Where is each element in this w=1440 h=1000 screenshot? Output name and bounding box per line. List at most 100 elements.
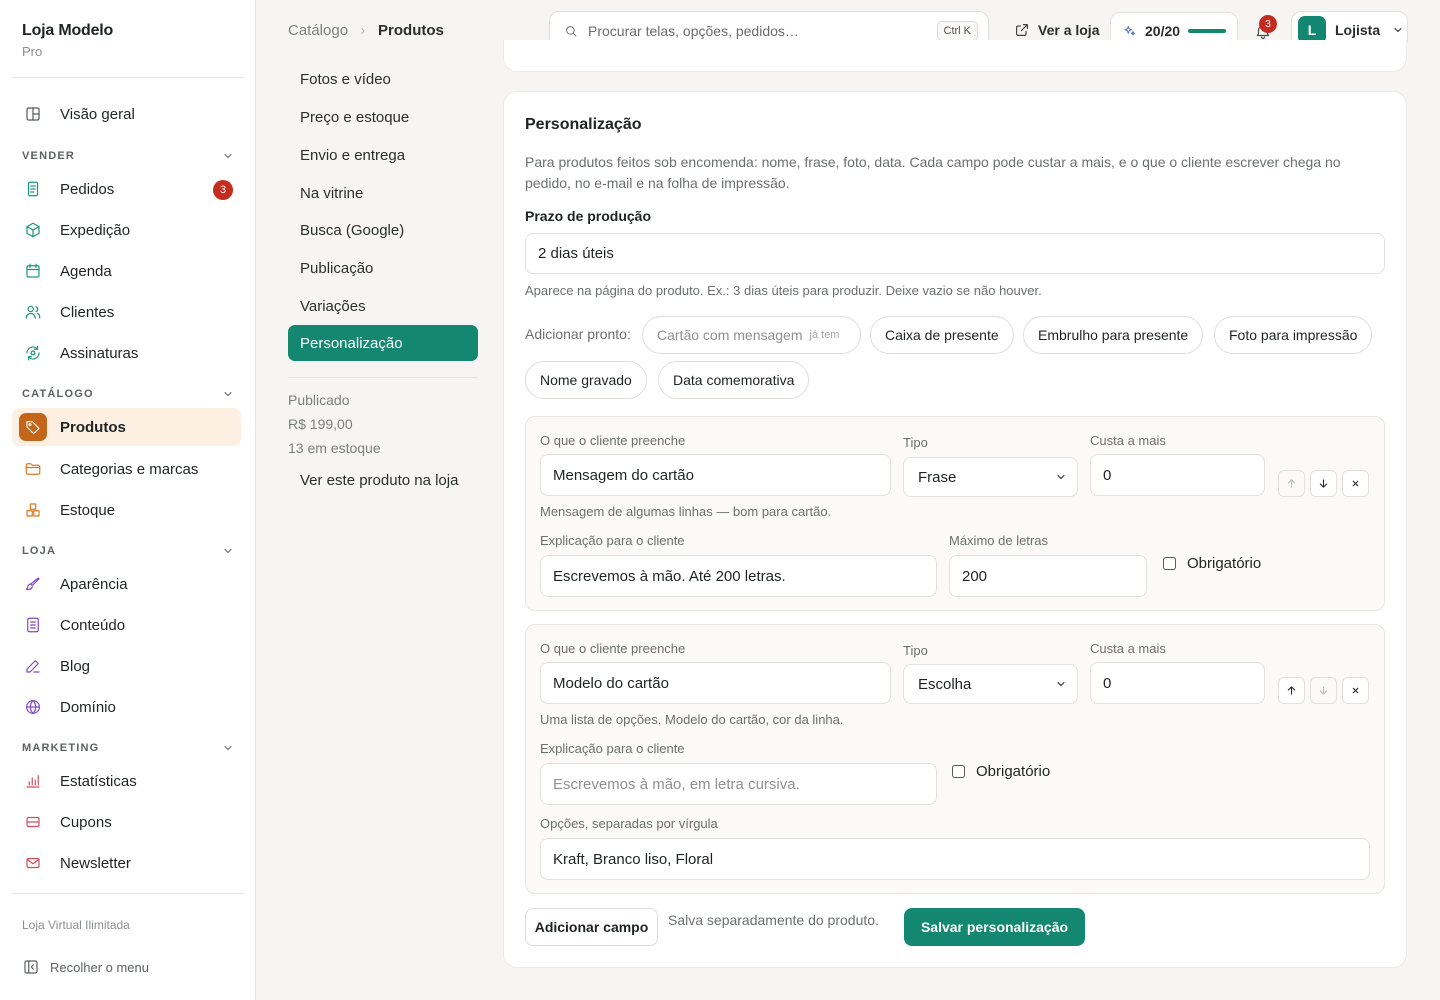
save-personalization-button[interactable]: Salvar personalização (904, 908, 1085, 946)
sidebar-item-conteudo[interactable]: Conteúdo (12, 606, 241, 644)
field-cost-input[interactable]: 0 (1090, 454, 1265, 496)
field-type-hint: Mensagem de algumas linhas — bom para ca… (540, 504, 832, 519)
sidebar-item-clientes[interactable]: Clientes (12, 293, 241, 331)
sidebar-divider (12, 77, 244, 78)
section-nav-busca[interactable]: Busca (Google) (288, 212, 478, 248)
required-checkbox[interactable]: Obrigatório (1163, 555, 1261, 572)
chevron-down-icon (222, 388, 234, 400)
section-nav-fotos[interactable]: Fotos e vídeo (288, 61, 478, 97)
field-name-input[interactable]: Modelo do cartão (540, 662, 891, 704)
prazo-label: Prazo de produção (525, 208, 652, 224)
notifications-badge: 3 (1259, 15, 1277, 33)
section-label: MARKETING (22, 742, 100, 754)
section-marketing[interactable]: MARKETING (22, 742, 234, 754)
field-maxletters-input[interactable]: 200 (949, 555, 1147, 597)
arrow-up-icon (1287, 479, 1296, 488)
sidebar-item-label: Newsletter (60, 854, 131, 872)
required-checkbox[interactable]: Obrigatório (952, 763, 1050, 780)
folder-icon (24, 460, 42, 478)
collapse-menu-button[interactable]: Recolher o menu (22, 958, 149, 976)
sidebar-item-categorias[interactable]: Categorias e marcas (12, 450, 241, 488)
sidebar-collapse-icon (22, 958, 40, 976)
move-down-button[interactable] (1310, 470, 1337, 497)
sidebar-item-label: Estoque (60, 501, 116, 519)
view-product-link[interactable]: Ver este produto na loja (300, 472, 458, 489)
sidebar-item-cupons[interactable]: Cupons (12, 803, 241, 841)
orders-count-badge: 3 (213, 180, 233, 200)
section-label: VENDER (22, 150, 76, 162)
breadcrumb-catalogo[interactable]: Catálogo (288, 22, 348, 39)
preset-caixa-presente[interactable]: Caixa de presente (870, 316, 1014, 354)
arrow-down-icon (1319, 479, 1328, 488)
add-field-button[interactable]: Adicionar campo (525, 908, 658, 946)
score-progress-bar (1188, 29, 1227, 33)
arrow-up-icon (1287, 686, 1296, 695)
preset-nome-gravado[interactable]: Nome gravado (525, 361, 647, 399)
section-nav-variacoes[interactable]: Variações (288, 288, 478, 324)
field-cost-input[interactable]: 0 (1090, 662, 1265, 704)
prazo-input[interactable]: 2 dias úteis (525, 233, 1385, 274)
field-name-label: O que o cliente preenche (540, 641, 686, 656)
product-price: R$ 199,00 (288, 416, 353, 432)
refresh-icon (24, 344, 42, 362)
field-type-select[interactable]: Frase (903, 457, 1078, 497)
move-up-button[interactable] (1278, 677, 1305, 704)
chevron-down-icon (1392, 24, 1404, 36)
pencil-icon (24, 657, 42, 675)
section-vender[interactable]: VENDER (22, 150, 234, 162)
section-nav-vitrine[interactable]: Na vitrine (288, 175, 478, 211)
sidebar-item-label: Expedição (60, 221, 131, 239)
field-explanation-input[interactable]: Escrevemos à mão. Até 200 letras. (540, 555, 937, 597)
section-nav-envio[interactable]: Envio e entrega (288, 137, 478, 173)
sidebar-item-agenda[interactable]: Agenda (12, 252, 241, 290)
field-name-label: O que o cliente preenche (540, 433, 686, 448)
sidebar-item-estoque[interactable]: Estoque (12, 491, 241, 529)
field-type-select[interactable]: Escolha (903, 664, 1078, 704)
close-icon (1352, 687, 1359, 694)
remove-field-button[interactable] (1342, 677, 1369, 704)
view-store-label: Ver a loja (1038, 22, 1100, 38)
sidebar-item-estatisticas[interactable]: Estatísticas (12, 762, 241, 800)
card-description: Para produtos feitos sob encomenda: nome… (525, 154, 1341, 191)
sidebar-item-dominio[interactable]: Domínio (12, 688, 241, 726)
remove-field-button[interactable] (1342, 470, 1369, 497)
field-maxletters-label: Máximo de letras (949, 533, 1048, 548)
preset-embrulho[interactable]: Embrulho para presente (1023, 316, 1204, 354)
field-cost-label: Custa a mais (1090, 641, 1166, 656)
chevron-down-icon (222, 150, 234, 162)
plan-note: Loja Virtual Ilimitada (22, 918, 130, 932)
section-nav-personalizacao[interactable]: Personalização (288, 325, 478, 361)
sidebar-item-blog[interactable]: Blog (12, 647, 241, 685)
prazo-help: Aparece na página do produto. Ex.: 3 dia… (525, 283, 1042, 298)
brush-icon (24, 575, 42, 593)
section-nav-preco[interactable]: Preço e estoque (288, 99, 478, 135)
checkbox-box[interactable] (1163, 557, 1176, 570)
preset-foto-impressao[interactable]: Foto para impressão (1214, 316, 1373, 354)
preset-data-comemorativa[interactable]: Data comemorativa (658, 361, 810, 399)
field-options-input[interactable]: Kraft, Branco liso, Floral (540, 838, 1370, 880)
field-options-label: Opções, separadas por vírgula (540, 816, 718, 831)
checkbox-box[interactable] (952, 765, 965, 778)
external-link-icon (1014, 22, 1030, 38)
section-catalogo[interactable]: CATÁLOGO (22, 388, 234, 400)
users-icon (24, 303, 42, 321)
sidebar-item-aparencia[interactable]: Aparência (12, 565, 241, 603)
field-explanation-input[interactable]: Escrevemos à mão, em letra cursiva. (540, 763, 937, 805)
sidebar-item-label: Clientes (60, 303, 115, 321)
sidebar-item-newsletter[interactable]: Newsletter (12, 844, 241, 882)
sidebar-item-produtos[interactable]: Produtos (12, 408, 241, 446)
arrow-down-icon (1319, 686, 1328, 695)
section-label: CATÁLOGO (22, 388, 94, 400)
sidebar-item-expedicao[interactable]: Expedição (12, 211, 241, 249)
field-name-input[interactable]: Mensagem do cartão (540, 454, 891, 496)
section-loja[interactable]: LOJA (22, 545, 234, 557)
sidebar-item-assinaturas[interactable]: Assinaturas (12, 334, 241, 372)
sidebar-item-pedidos[interactable]: Pedidos 3 (12, 170, 241, 208)
breadcrumb: Catálogo Produtos (288, 22, 444, 39)
field-cost-label: Custa a mais (1090, 433, 1166, 448)
sidebar-item-overview[interactable]: Visão geral (12, 95, 241, 133)
bar-chart-icon (24, 772, 42, 790)
section-nav-publicacao[interactable]: Publicação (288, 250, 478, 286)
sidebar-item-label: Estatísticas (60, 772, 137, 790)
sidebar-item-label: Conteúdo (60, 616, 126, 634)
